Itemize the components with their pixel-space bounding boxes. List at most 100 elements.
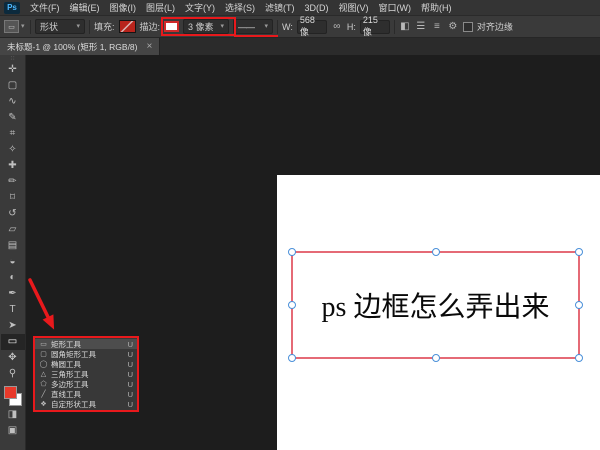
fill-label: 填充: bbox=[94, 22, 115, 32]
line-icon: ╱ bbox=[41, 390, 46, 398]
rectangle-icon: ▭ bbox=[40, 340, 47, 348]
path-operations-icon[interactable]: ◧ bbox=[399, 21, 411, 32]
spot-healing-tool[interactable]: ✚ bbox=[1, 158, 25, 174]
transform-handle[interactable] bbox=[431, 354, 440, 362]
flyout-item-custom-shape-tool[interactable]: ❖ 自定形状工具 U bbox=[35, 399, 137, 409]
photoshop-logo: Ps bbox=[4, 1, 20, 14]
align-edges-checkbox[interactable] bbox=[462, 21, 473, 32]
transform-handle[interactable] bbox=[575, 248, 583, 256]
path-arrangement-icon[interactable]: ≡ bbox=[431, 21, 443, 32]
gear-icon[interactable]: ⚙ bbox=[447, 21, 459, 32]
tool-mode-value: 形状 bbox=[40, 22, 59, 32]
document-canvas[interactable]: ps 边框怎么弄出来 bbox=[277, 175, 600, 450]
rounded-rectangle-icon: ▢ bbox=[40, 350, 47, 358]
height-field[interactable]: 215 像 bbox=[359, 15, 390, 37]
path-selection-tool[interactable]: ➤ bbox=[1, 318, 25, 334]
flyout-item-rounded-rectangle-tool[interactable]: ▢ 圆角矩形工具 U bbox=[35, 349, 137, 359]
menu-type[interactable]: 文字(Y) bbox=[180, 0, 220, 16]
width-field[interactable]: 568 像 bbox=[296, 15, 327, 37]
width-field-value: 568 像 bbox=[299, 15, 315, 37]
menu-filter[interactable]: 滤镜(T) bbox=[260, 0, 300, 16]
type-tool[interactable]: T bbox=[1, 302, 25, 318]
chevron-down-icon: ▾ bbox=[21, 23, 25, 30]
lasso-tool[interactable]: ∿ bbox=[1, 94, 25, 110]
stroke-type-sample: —— bbox=[238, 21, 255, 32]
options-bar: ▭ ▾ 形状 ▾ 填充: 描边: 3 像素 ▾ —— ▾ W: 568 像 ∞ … bbox=[0, 15, 600, 38]
color-swatches bbox=[2, 385, 24, 407]
link-dimensions-icon[interactable]: ∞ bbox=[331, 21, 343, 32]
separator bbox=[30, 19, 31, 34]
menu-help[interactable]: 帮助(H) bbox=[416, 0, 457, 16]
clone-stamp-tool[interactable]: ⌑ bbox=[1, 190, 25, 206]
flyout-item-shortcut: U bbox=[127, 359, 133, 369]
flyout-item-shortcut: U bbox=[127, 379, 133, 389]
document-tab[interactable]: 未标题-1 @ 100% (矩形 1, RGB/8) × bbox=[0, 38, 161, 55]
close-icon[interactable]: × bbox=[147, 41, 153, 52]
flyout-item-shortcut: U bbox=[127, 339, 133, 349]
transform-handle[interactable] bbox=[575, 301, 583, 309]
pen-tool[interactable]: ✒ bbox=[1, 286, 25, 302]
toolbar: ∷ ✛ ▢ ∿ ✎ ⌗ ✧ ✚ ✏ ⌑ ↺ ▱ ▤ ◒ ◐ ✒ T ➤ ▭ ✥ … bbox=[0, 55, 26, 450]
stroke-color-swatch[interactable] bbox=[164, 21, 180, 32]
menu-image[interactable]: 图像(I) bbox=[105, 0, 142, 16]
menubar: Ps 文件(F) 编辑(E) 图像(I) 图层(L) 文字(Y) 选择(S) 滤… bbox=[0, 0, 600, 16]
flyout-item-shortcut: U bbox=[127, 389, 133, 399]
document-tab-bar: 未标题-1 @ 100% (矩形 1, RGB/8) × bbox=[0, 38, 600, 55]
zoom-tool[interactable]: ⚲ bbox=[1, 366, 25, 382]
dodge-tool[interactable]: ◐ bbox=[1, 270, 25, 286]
flyout-item-triangle-tool[interactable]: △ 三角形工具 U bbox=[35, 369, 137, 379]
flyout-item-label: 自定形状工具 bbox=[51, 399, 96, 409]
menu-select[interactable]: 选择(S) bbox=[220, 0, 260, 16]
history-brush-tool[interactable]: ↺ bbox=[1, 206, 25, 222]
tool-mode-select[interactable]: 形状 ▾ bbox=[35, 19, 85, 34]
path-alignment-icon[interactable]: ☰ bbox=[415, 21, 427, 32]
stroke-type-select[interactable]: —— ▾ bbox=[233, 19, 274, 34]
menu-window[interactable]: 窗口(W) bbox=[374, 0, 417, 16]
menu-3d[interactable]: 3D(D) bbox=[300, 0, 334, 16]
transform-handle[interactable] bbox=[431, 248, 440, 256]
flyout-item-shortcut: U bbox=[127, 399, 133, 409]
transform-handle[interactable] bbox=[288, 248, 296, 256]
custom-shape-icon: ❖ bbox=[40, 400, 47, 408]
flyout-item-rectangle-tool[interactable]: ▭ 矩形工具 U bbox=[35, 339, 137, 349]
marquee-tool[interactable]: ▢ bbox=[1, 78, 25, 94]
flyout-item-shortcut: U bbox=[127, 369, 133, 379]
brush-tool[interactable]: ✏ bbox=[1, 174, 25, 190]
menu-view[interactable]: 视图(V) bbox=[334, 0, 374, 16]
fill-color-swatch[interactable] bbox=[118, 20, 136, 33]
document-tab-title: 未标题-1 @ 100% (矩形 1, RGB/8) bbox=[7, 41, 138, 52]
foreground-color-swatch[interactable] bbox=[3, 386, 17, 399]
flyout-item-line-tool[interactable]: ╱ 直线工具 U bbox=[35, 389, 137, 399]
quick-mask-icon[interactable]: ◨ bbox=[1, 407, 25, 423]
menu-edit[interactable]: 编辑(E) bbox=[65, 0, 105, 16]
flyout-item-ellipse-tool[interactable]: ◯ 椭圆工具 U bbox=[35, 359, 137, 369]
eraser-tool[interactable]: ▱ bbox=[1, 222, 25, 238]
stroke-label: 描边: bbox=[139, 22, 161, 32]
shape-rectangle[interactable]: ps 边框怎么弄出来 bbox=[288, 248, 583, 362]
flyout-item-shortcut: U bbox=[127, 349, 133, 359]
blur-tool[interactable]: ◒ bbox=[1, 254, 25, 270]
menu-layer[interactable]: 图层(L) bbox=[141, 0, 180, 16]
width-field-label: W: bbox=[282, 21, 293, 32]
separator bbox=[277, 19, 279, 34]
transform-handle[interactable] bbox=[288, 354, 296, 362]
transform-handle[interactable] bbox=[575, 354, 583, 362]
chevron-down-icon: ▾ bbox=[264, 23, 269, 30]
flyout-item-polygon-tool[interactable]: ⬠ 多边形工具 U bbox=[35, 379, 137, 389]
eyedropper-tool[interactable]: ✧ bbox=[1, 142, 25, 158]
ellipse-icon: ◯ bbox=[39, 360, 48, 368]
move-tool[interactable]: ✛ bbox=[1, 62, 25, 78]
hand-tool[interactable]: ✥ bbox=[1, 350, 25, 366]
transform-handle[interactable] bbox=[288, 301, 296, 309]
shape-tools-flyout: ▭ 矩形工具 U ▢ 圆角矩形工具 U ◯ 椭圆工具 U △ 三角形工具 U ⬠… bbox=[33, 336, 139, 412]
screen-mode-icon[interactable]: ▣ bbox=[1, 423, 25, 439]
gradient-tool[interactable]: ▤ bbox=[1, 238, 25, 254]
rectangle-tool[interactable]: ▭ bbox=[0, 334, 25, 350]
crop-tool[interactable]: ⌗ bbox=[1, 126, 25, 142]
tool-preset-picker[interactable]: ▭ ▾ bbox=[4, 20, 26, 33]
menu-file[interactable]: 文件(F) bbox=[25, 0, 65, 16]
stroke-width-select[interactable]: 3 像素 ▾ bbox=[183, 19, 230, 34]
chevron-down-icon: ▾ bbox=[76, 23, 80, 30]
align-edges-label: 对齐边缘 bbox=[476, 22, 513, 32]
quick-selection-tool[interactable]: ✎ bbox=[1, 110, 25, 126]
